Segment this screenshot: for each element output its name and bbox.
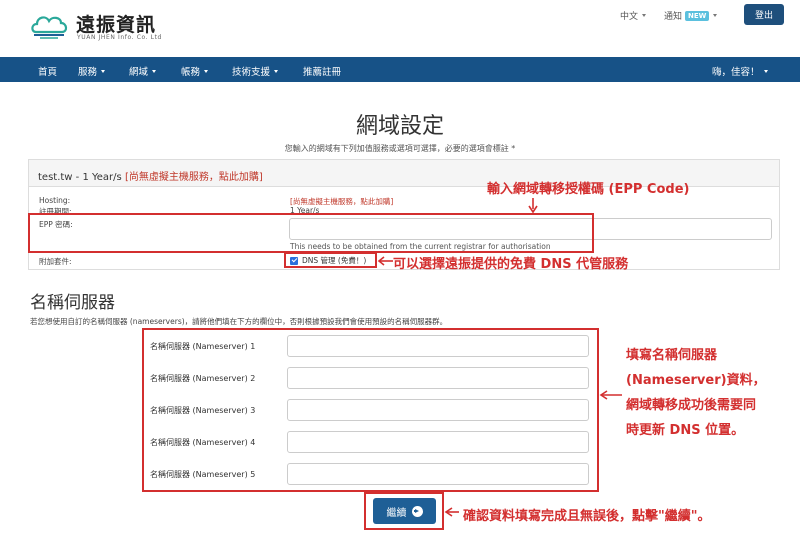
logo-title: 遠振資訊	[76, 14, 157, 36]
domain-name: test.tw - 1 Year/s	[38, 172, 122, 183]
nav-domains[interactable]: 網域	[129, 64, 157, 78]
addon-label: 附加套件:	[39, 257, 72, 266]
nav-referral[interactable]: 推薦註冊	[303, 64, 341, 78]
nameserver-annotation-line: 時更新 DNS 位置。	[626, 423, 745, 438]
nav-services[interactable]: 服務	[78, 64, 106, 78]
nav-services-label: 服務	[78, 67, 98, 78]
nameserver-annotation: 填寫名稱伺服器 (Nameserver)資料， 網域轉移成功後需要同 時更新 D…	[626, 343, 766, 443]
page-title: 網域設定	[355, 114, 444, 139]
continue-highlight-box	[364, 492, 444, 530]
epp-highlight-box	[28, 213, 594, 253]
caret-down-icon	[274, 70, 279, 73]
cloud-logo-icon	[31, 16, 68, 39]
arrow-left-icon	[599, 390, 622, 400]
nav-domains-label: 網域	[129, 67, 149, 78]
top-header: 遠振資訊 YUAN JHEN Info. Co. Ltd 中文 通知 NEW 登出	[0, 0, 800, 57]
main-navbar: 首頁 服務 網域 帳務 技術支援 推薦註冊 嗨，佳容！	[0, 57, 800, 82]
hosting-purchase-link[interactable]: [尚無虛擬主機服務，點此加購]	[125, 172, 263, 183]
caret-down-icon	[763, 70, 768, 73]
notifications-menu[interactable]: 通知 NEW	[664, 9, 718, 22]
user-menu[interactable]: 嗨，佳容！	[712, 64, 768, 78]
caret-down-icon	[713, 14, 718, 17]
nameserver-highlight-box	[142, 328, 599, 492]
nameserver-description: 若您想使用自訂的名稱伺服器 (nameservers)，請將他們填在下方的欄位中…	[30, 317, 448, 326]
nameserver-annotation-line: 填寫名稱伺服器	[626, 348, 718, 363]
hosting-label: Hosting:	[39, 196, 71, 205]
notify-label: 通知	[664, 12, 683, 22]
nav-home-label: 首頁	[38, 67, 58, 78]
caret-down-icon	[204, 70, 209, 73]
nameserver-annotation-line: (Nameserver)資料，	[626, 373, 766, 388]
epp-annotation: 輸入網域轉移授權碼 (EPP Code)	[487, 182, 690, 197]
new-badge: NEW	[685, 11, 710, 21]
dns-annotation: 可以選擇遠振提供的免費 DNS 代管服務	[393, 257, 629, 272]
language-selector[interactable]: 中文	[620, 9, 647, 22]
nav-billing-label: 帳務	[181, 67, 201, 78]
nav-referral-label: 推薦註冊	[303, 67, 342, 78]
caret-down-icon	[642, 14, 647, 17]
nameserver-section-title: 名稱伺服器	[30, 293, 115, 313]
page-subtitle: 您輸入的網域有下列加值服務或選項可選擇，必要的選項會標註 *	[284, 144, 516, 153]
nameserver-annotation-line: 網域轉移成功後需要同	[626, 398, 757, 413]
nav-billing[interactable]: 帳務	[181, 64, 209, 78]
caret-down-icon	[101, 70, 106, 73]
company-logo[interactable]: 遠振資訊 YUAN JHEN Info. Co. Ltd	[30, 8, 170, 44]
dns-highlight-box	[284, 252, 377, 268]
nav-support-label: 技術支援	[232, 67, 271, 78]
nav-support[interactable]: 技術支援	[232, 64, 279, 78]
user-greeting: 嗨，佳容！	[712, 67, 760, 78]
caret-down-icon	[152, 70, 157, 73]
logout-button[interactable]: 登出	[744, 4, 784, 25]
nav-home[interactable]: 首頁	[38, 64, 57, 78]
logo-subtitle: YUAN JHEN Info. Co. Ltd	[77, 34, 162, 41]
panel-domain-title: test.tw - 1 Year/s [尚無虛擬主機服務，點此加購]	[38, 168, 263, 183]
arrow-left-icon	[444, 507, 459, 517]
continue-annotation: 確認資料填寫完成且無誤後，點擊"繼續"。	[463, 509, 711, 524]
language-label: 中文	[620, 12, 639, 22]
